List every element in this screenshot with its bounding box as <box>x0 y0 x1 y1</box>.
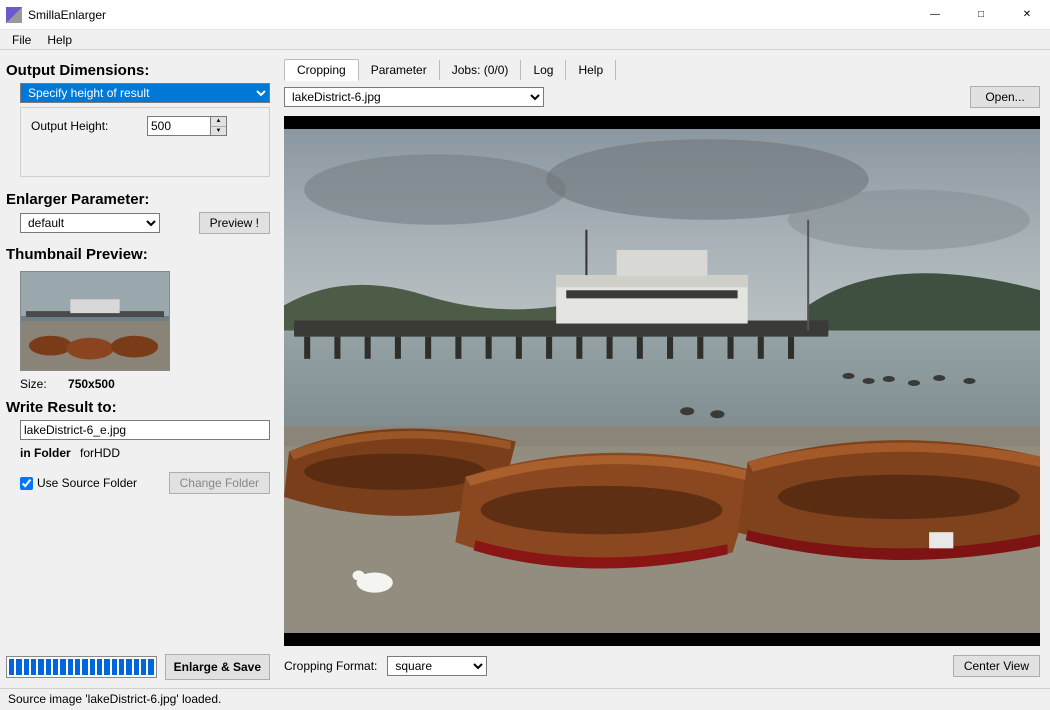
in-folder-label: in Folder <box>20 446 71 460</box>
close-button[interactable]: ✕ <box>1004 0 1050 30</box>
tab-bar: Cropping Parameter Jobs: (0/0) Log Help <box>284 58 1040 80</box>
use-source-folder-checkbox[interactable] <box>20 477 33 490</box>
app-icon <box>6 7 22 23</box>
output-height-label: Output Height: <box>31 119 141 133</box>
menu-bar: File Help <box>0 30 1050 50</box>
output-dimensions-label: Output Dimensions: <box>6 62 270 79</box>
file-bar: lakeDistrict-6.jpg Open... <box>284 86 1040 108</box>
current-file-select[interactable]: lakeDistrict-6.jpg <box>284 87 544 107</box>
progress-bar <box>6 656 157 678</box>
title-bar: SmillaEnlarger — □ ✕ <box>0 0 1050 30</box>
crop-bar: Cropping Format: square Center View <box>284 652 1040 680</box>
thumbnail-preview-label: Thumbnail Preview: <box>6 246 270 263</box>
output-height-spinner[interactable]: ▲ ▼ <box>147 116 227 136</box>
menu-file[interactable]: File <box>4 31 39 49</box>
menu-help[interactable]: Help <box>39 31 80 49</box>
parameter-preset-select[interactable]: default <box>20 213 160 233</box>
spinner-up-icon[interactable]: ▲ <box>210 117 226 127</box>
spinner-down-icon[interactable]: ▼ <box>210 127 226 136</box>
window-title: SmillaEnlarger <box>28 8 912 22</box>
use-source-folder-label: Use Source Folder <box>37 476 169 490</box>
output-dimension-box: Output Height: ▲ ▼ <box>20 107 270 177</box>
status-message: Source image 'lakeDistrict-6.jpg' loaded… <box>8 692 221 706</box>
result-filename-input[interactable] <box>20 420 270 440</box>
thumbnail-size-line: Size: 750x500 <box>20 377 270 391</box>
status-bar: Source image 'lakeDistrict-6.jpg' loaded… <box>0 688 1050 710</box>
tab-jobs[interactable]: Jobs: (0/0) <box>440 60 522 80</box>
size-value: 750x500 <box>68 377 115 391</box>
open-button[interactable]: Open... <box>970 86 1040 108</box>
maximize-button[interactable]: □ <box>958 0 1004 30</box>
size-label: Size: <box>20 377 47 391</box>
center-view-button[interactable]: Center View <box>953 655 1040 677</box>
tab-log[interactable]: Log <box>521 60 566 80</box>
cropping-format-label: Cropping Format: <box>284 659 377 673</box>
tab-parameter[interactable]: Parameter <box>359 60 440 80</box>
enlarger-parameter-label: Enlarger Parameter: <box>6 191 270 208</box>
enlarge-save-button[interactable]: Enlarge & Save <box>165 654 270 680</box>
left-panel: Output Dimensions: Specify height of res… <box>0 50 280 688</box>
change-folder-button[interactable]: Change Folder <box>169 472 270 494</box>
write-result-label: Write Result to: <box>6 399 270 416</box>
in-folder-value: forHDD <box>80 446 120 460</box>
minimize-button[interactable]: — <box>912 0 958 30</box>
cropping-format-select[interactable]: square <box>387 656 487 676</box>
tab-cropping[interactable]: Cropping <box>284 59 359 81</box>
thumbnail-preview <box>20 271 170 371</box>
window-controls: — □ ✕ <box>912 0 1050 30</box>
dimension-mode-select[interactable]: Specify height of result <box>20 83 270 103</box>
right-panel: Cropping Parameter Jobs: (0/0) Log Help … <box>280 50 1050 688</box>
preview-button[interactable]: Preview ! <box>199 212 270 234</box>
tab-help[interactable]: Help <box>566 60 616 80</box>
image-preview[interactable] <box>284 116 1040 646</box>
